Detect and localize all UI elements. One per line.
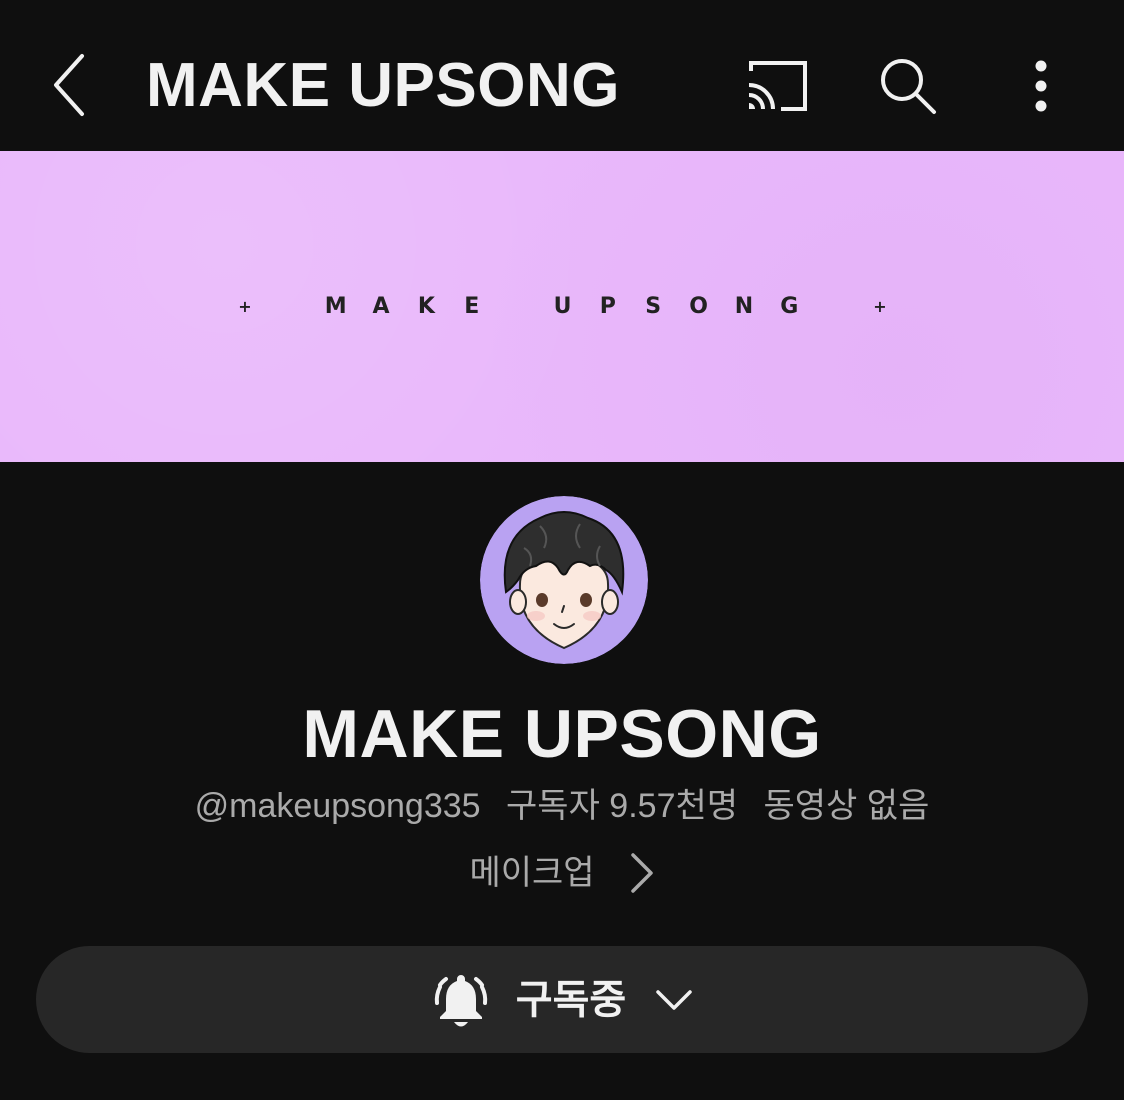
app-bar-title: MAKE UPSONG [146,51,620,120]
search-button[interactable] [872,50,944,122]
banner-letter: O [689,294,708,319]
channel-banner: + M A K E U P S O N G + [0,151,1124,462]
banner-letter: N [734,294,754,319]
banner-letter: S [645,294,662,319]
subscribed-button[interactable]: 구독중 [36,946,1088,1053]
banner-text: + M A K E U P S O N G + [0,291,1124,325]
channel-description: 메이크업 [469,854,595,892]
chevron-right-icon [630,853,653,893]
avatar[interactable] [480,496,648,664]
banner-letter: U [553,294,572,319]
more-vert-icon [1035,60,1047,112]
channel-handle: @makeupsong335 [194,787,481,825]
video-count: 동영상 없음 [763,787,930,825]
channel-name: MAKE UPSONG [302,696,822,772]
banner-letter: P [599,294,616,319]
search-icon [881,59,936,114]
banner-letter: M [324,294,347,319]
back-button[interactable] [40,45,100,125]
subscriber-count: 구독자 9.57천명 [506,787,739,825]
banner-letter: E [464,294,480,319]
avatar-illustration [480,496,648,664]
bell-ringing-icon [434,974,487,1026]
chevron-down-icon [656,989,692,1010]
subscribe-label: 구독중 [515,977,627,1022]
banner-plus-glyph: + [238,297,252,316]
cast-icon [748,61,807,111]
banner-letter: G [780,294,799,319]
top-app-bar: MAKE UPSONG [0,0,1124,151]
channel-meta: @makeupsong335 구독자 9.57천명 동영상 없음 [0,784,1124,828]
cast-button[interactable] [740,50,812,122]
channel-description-row[interactable]: 메이크업 [0,846,1124,900]
back-icon [54,54,84,116]
banner-letter: A [372,294,390,319]
banner-letter: K [417,294,435,319]
banner-plus-glyph: + [873,297,887,316]
more-options-button[interactable] [1005,50,1077,122]
